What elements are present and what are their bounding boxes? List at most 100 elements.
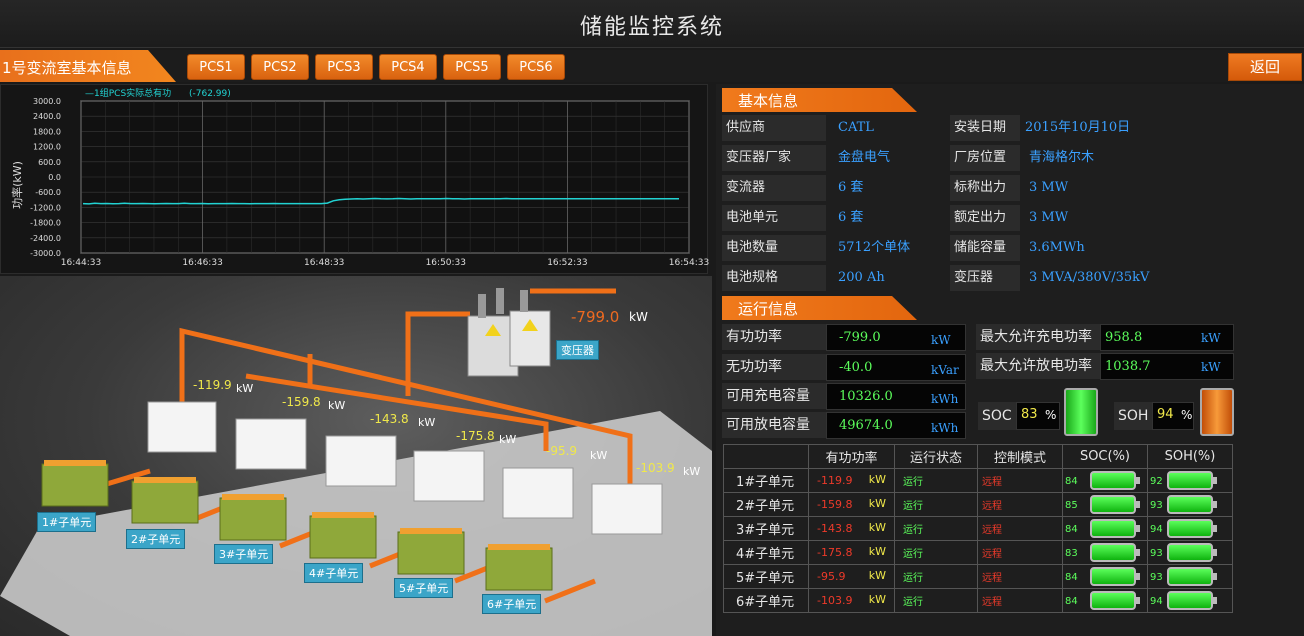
label-charge-capacity: 可用充电容量 xyxy=(722,383,826,409)
row-power-unit: kW xyxy=(868,473,886,486)
pcs6-power: -103.9 xyxy=(636,461,675,475)
col-mode: 控制模式 xyxy=(976,444,1063,469)
col-soh: SOH(%) xyxy=(1146,444,1234,469)
pcs5-power: -95.9 xyxy=(546,444,578,458)
soh-box: 94 % xyxy=(1152,402,1194,430)
label-battery-spec: 电池规格 xyxy=(722,265,826,291)
chart-legend: —1组PCS实际总有功 xyxy=(85,87,171,99)
row-soc-cell: 84 xyxy=(1061,564,1148,589)
row-soc: 84 xyxy=(1064,476,1078,487)
value-max-discharge: 1038.7 xyxy=(1105,359,1151,374)
tab-pcs1[interactable]: PCS1 xyxy=(187,54,245,80)
chart-y-tick: 600.0 xyxy=(38,158,61,167)
value-max-charge: 958.8 xyxy=(1105,330,1143,345)
chart-x-tick: 16:54:33 xyxy=(669,258,709,268)
row-power: -175.8 xyxy=(817,546,853,559)
row-soc: 84 xyxy=(1064,572,1078,583)
tab-pcs2[interactable]: PCS2 xyxy=(251,54,309,80)
chart-y-tick: -1800.0 xyxy=(30,219,61,228)
row-soh-cell: 93 xyxy=(1146,540,1234,565)
row-soh-cell: 93 xyxy=(1146,492,1234,517)
pcs4-unit: kW xyxy=(499,433,517,446)
soh-battery-icon xyxy=(1200,388,1234,436)
title-bar: 储能监控系统 xyxy=(0,0,1304,48)
col-power: 有功功率 xyxy=(808,444,895,469)
table-row[interactable]: 5#子单元 -95.9 kW 运行 远程 84 93 xyxy=(723,564,1234,589)
battery-icon xyxy=(1089,591,1140,610)
table-row[interactable]: 1#子单元 -119.9 kW 运行 远程 84 92 xyxy=(723,468,1234,493)
transformer-power: -799.0 xyxy=(571,308,620,326)
battery-icon xyxy=(1089,471,1140,490)
pcs2-unit: kW xyxy=(328,399,346,412)
row-power-unit: kW xyxy=(868,569,886,582)
unit1-label: 1#子单元 xyxy=(37,512,97,532)
tab-pcs3[interactable]: PCS3 xyxy=(315,54,373,80)
value-rated-output: 3 MW xyxy=(1029,210,1069,225)
unit5-label: 5#子单元 xyxy=(394,578,454,598)
value-transformer-maker: 金盘电气 xyxy=(838,150,891,165)
row-power-unit: kW xyxy=(868,497,886,510)
tab-pcs6[interactable]: PCS6 xyxy=(507,54,565,80)
pcs2-power: -159.8 xyxy=(282,395,321,409)
value-soh: 94 xyxy=(1157,407,1174,422)
label-soh: SOH xyxy=(1114,402,1152,430)
value-location: 青海格尔木 xyxy=(1029,150,1095,165)
value-active-power: -799.0 xyxy=(839,330,881,345)
label-discharge-capacity: 可用放电容量 xyxy=(722,412,826,438)
row-state: 运行 xyxy=(894,540,978,565)
label-max-discharge: 最大允许放电功率 xyxy=(976,353,1100,379)
row-power-cell: -119.9 kW xyxy=(808,468,895,493)
row-soc: 83 xyxy=(1064,548,1078,559)
row-soh-cell: 92 xyxy=(1146,468,1234,493)
chart-y-tick: 1800.0 xyxy=(33,127,61,136)
row-state: 运行 xyxy=(894,516,978,541)
table-row[interactable]: 3#子单元 -143.8 kW 运行 远程 84 94 xyxy=(723,516,1234,541)
label-battery-unit: 电池单元 xyxy=(722,205,826,231)
chart-y-axis-label: 功率(kW) xyxy=(10,161,24,209)
app-title: 储能监控系统 xyxy=(579,15,724,40)
row-soc: 84 xyxy=(1064,596,1078,607)
row-name: 1#子单元 xyxy=(723,468,809,493)
discharge-capacity-box: 49674.0 kWh xyxy=(826,412,966,439)
battery-icon xyxy=(1166,471,1217,490)
row-soc: 85 xyxy=(1064,500,1078,511)
table-row[interactable]: 6#子单元 -103.9 kW 运行 远程 84 94 xyxy=(723,588,1234,613)
label-active-power: 有功功率 xyxy=(722,324,826,350)
table-row[interactable]: 2#子单元 -159.8 kW 运行 远程 85 93 xyxy=(723,492,1234,517)
row-soh: 93 xyxy=(1149,572,1163,583)
row-power-cell: -103.9 kW xyxy=(808,588,895,613)
tab-pcs4[interactable]: PCS4 xyxy=(379,54,437,80)
row-power: -95.9 xyxy=(817,570,846,583)
power-trend-chart: —1组PCS实际总有功 (-762.99) 功率(kW) 3000.0 2400.… xyxy=(0,84,709,274)
row-soh-cell: 94 xyxy=(1146,588,1234,613)
value-transformer: 3 MVA/380V/35kV xyxy=(1029,270,1150,285)
room-info-tab[interactable]: 1号变流室基本信息 xyxy=(0,50,176,82)
basic-info-heading: 基本信息 xyxy=(722,88,917,112)
label-converter: 变流器 xyxy=(722,175,826,201)
battery-icon xyxy=(1166,543,1217,562)
max-charge-box: 958.8 kW xyxy=(1100,324,1234,351)
table-row[interactable]: 4#子单元 -175.8 kW 运行 远程 83 93 xyxy=(723,540,1234,565)
row-mode: 远程 xyxy=(976,468,1063,493)
pcs3-power: -143.8 xyxy=(370,412,409,426)
label-transformer-maker: 变压器厂家 xyxy=(722,145,826,171)
soc-box: 83 % xyxy=(1016,402,1060,430)
value-reactive-power: -40.0 xyxy=(839,360,873,375)
row-soh: 94 xyxy=(1149,596,1163,607)
value-battery-count: 5712个单体 xyxy=(838,240,911,255)
unit-active-power: kW xyxy=(931,333,951,347)
value-battery-spec: 200 Ah xyxy=(838,270,885,285)
row-soh-cell: 94 xyxy=(1146,516,1234,541)
value-discharge-capacity: 49674.0 xyxy=(839,418,893,433)
chart-x-tick: 16:52:33 xyxy=(547,258,587,268)
row-state: 运行 xyxy=(894,564,978,589)
back-button[interactable]: 返回 xyxy=(1228,53,1302,81)
value-converter: 6 套 xyxy=(838,180,864,195)
chart-grid xyxy=(80,100,690,254)
col-state: 运行状态 xyxy=(894,444,978,469)
chart-y-tick: -1200.0 xyxy=(30,203,61,212)
value-soc: 83 xyxy=(1021,407,1038,422)
chart-y-tick: 2400.0 xyxy=(33,112,61,121)
battery-icon xyxy=(1166,495,1217,514)
tab-pcs5[interactable]: PCS5 xyxy=(443,54,501,80)
